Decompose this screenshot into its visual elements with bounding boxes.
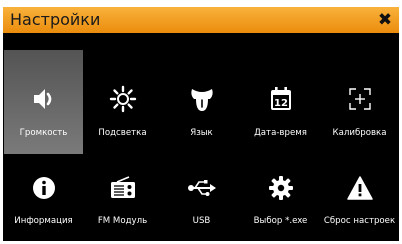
close-icon[interactable]: ✖ <box>376 8 394 32</box>
usb-icon <box>162 171 241 205</box>
fm-module-tile[interactable]: FM Модуль <box>83 137 162 241</box>
reset-tile[interactable]: Сброс настроек <box>320 137 399 241</box>
speaker-icon <box>4 82 83 116</box>
tile-label: Выбор *.exe <box>253 216 308 226</box>
radio-icon <box>83 171 162 205</box>
tile-label: Сброс настроек <box>323 216 396 226</box>
crosshair-icon <box>320 82 399 116</box>
warning-icon <box>320 171 399 205</box>
window-title: Настройки <box>10 10 101 29</box>
info-icon <box>4 171 83 205</box>
svg-text:12: 12 <box>274 98 288 109</box>
tongue-icon <box>162 82 241 116</box>
gear-icon <box>241 171 320 205</box>
info-tile[interactable]: Информация <box>4 137 83 241</box>
sun-icon <box>83 82 162 116</box>
calendar-icon: 12 <box>241 82 320 116</box>
tile-label: FM Модуль <box>97 216 148 226</box>
tile-label: USB <box>192 216 211 226</box>
exe-select-tile[interactable]: Выбор *.exe <box>241 137 320 241</box>
titlebar: Настройки ✖ <box>3 7 399 33</box>
tile-label: Информация <box>14 216 73 226</box>
settings-window: Настройки ✖ Громкость Подсветка Язык 12 … <box>3 7 399 241</box>
usb-tile[interactable]: USB <box>162 137 241 241</box>
